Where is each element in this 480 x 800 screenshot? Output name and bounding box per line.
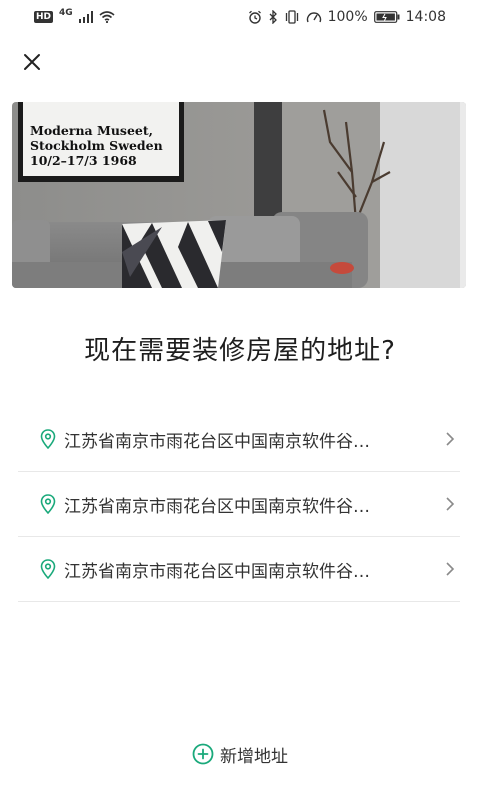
chevron-right-icon — [446, 497, 455, 511]
add-address-label[interactable]: 新增地址 — [220, 742, 288, 767]
poster-line-2: Stockholm Sweden — [30, 138, 163, 153]
signal-icon — [78, 11, 93, 23]
address-text: 江苏省南京市雨花台区中国南京软件谷… — [64, 431, 370, 452]
battery-percent: 100% — [327, 9, 368, 25]
add-address-button[interactable]: 新增地址 — [0, 740, 480, 768]
location-pin-icon — [40, 494, 56, 514]
address-list: 江苏省南京市雨花台区中国南京软件谷… 江苏省南京市雨花台区中国南京软件谷… 江苏… — [18, 407, 460, 602]
status-left: HD 4G — [34, 8, 115, 23]
bluetooth-icon — [269, 10, 277, 24]
patterned-pillow — [122, 220, 226, 288]
address-text: 江苏省南京市雨花台区中国南京软件谷… — [64, 496, 370, 517]
chevron-right-icon — [446, 562, 455, 576]
hd-badge: HD — [34, 11, 54, 23]
add-circle-icon[interactable] — [192, 743, 214, 765]
close-icon[interactable] — [23, 53, 41, 71]
address-item-3[interactable]: 江苏省南京市雨花台区中国南京软件谷… — [18, 537, 460, 602]
framed-poster: Moderna Museet, Stockholm Sweden 10/2–17… — [18, 102, 184, 182]
status-right: 100% 14:08 — [248, 9, 446, 25]
address-item-2[interactable]: 江苏省南京市雨花台区中国南京软件谷… — [18, 472, 460, 537]
hero-image: Moderna Museet, Stockholm Sweden 10/2–17… — [12, 102, 466, 288]
page-title: 现在需要装修房屋的地址? — [84, 336, 396, 366]
poster-line-1: Moderna Museet, — [30, 123, 153, 138]
living-room-illustration: Moderna Museet, Stockholm Sweden 10/2–17… — [12, 102, 466, 288]
battery-icon — [373, 11, 400, 23]
speedometer-icon — [306, 12, 321, 23]
poster-line-3: 10/2–17/3 1968 — [30, 153, 137, 168]
vibrate-icon — [285, 10, 298, 24]
address-item-1[interactable]: 江苏省南京市雨花台区中国南京软件谷… — [18, 407, 460, 472]
location-pin-icon — [40, 559, 56, 579]
close-button[interactable] — [18, 48, 46, 76]
chevron-right-icon — [446, 432, 455, 446]
network-type: 4G — [59, 8, 73, 18]
location-pin-icon — [40, 429, 56, 449]
alarm-icon — [248, 10, 261, 24]
clock-time: 14:08 — [405, 9, 446, 25]
address-text: 江苏省南京市雨花台区中国南京软件谷… — [64, 561, 370, 582]
status-bar: HD 4G 100% 14:08 — [0, 0, 480, 34]
wifi-icon — [99, 11, 115, 23]
